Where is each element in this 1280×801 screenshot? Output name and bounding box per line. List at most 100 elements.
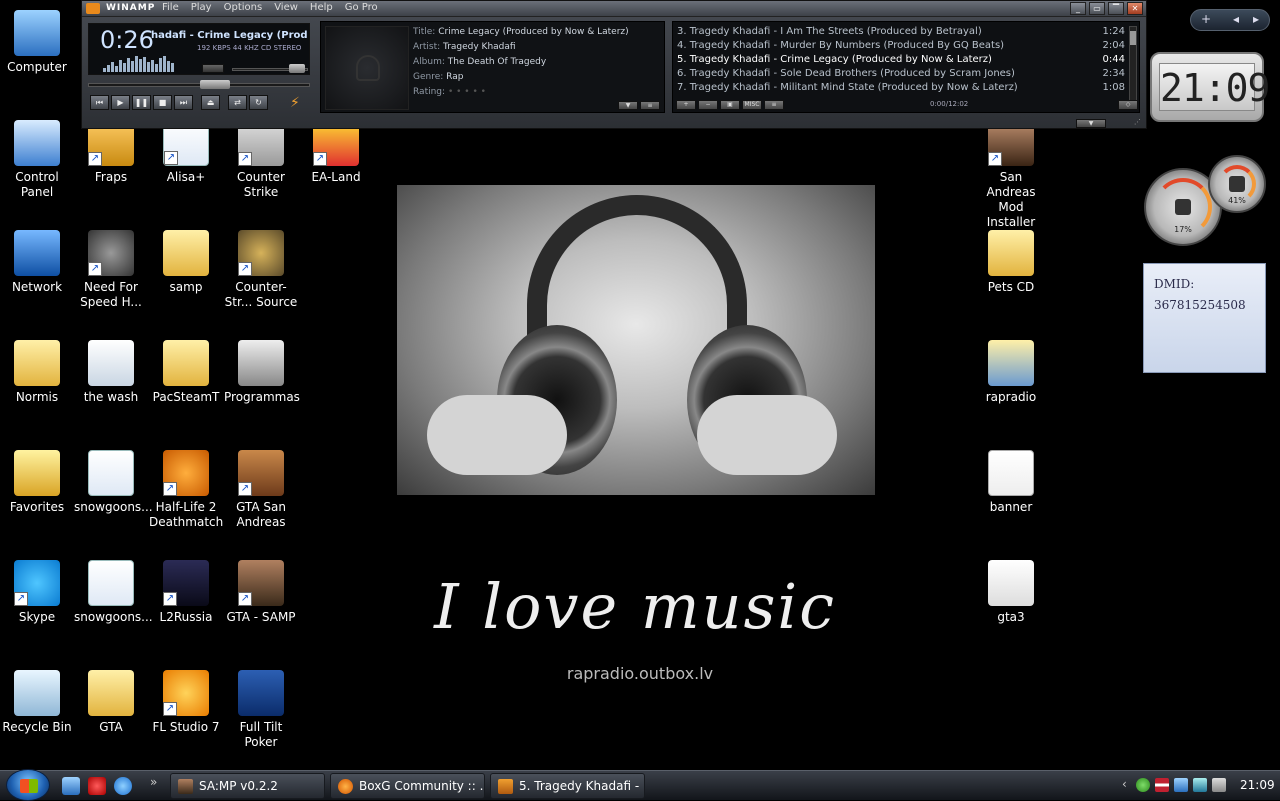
playlist-misc-button[interactable]: MISC <box>742 100 762 110</box>
task-samp[interactable]: SA:MP v0.2.2 <box>170 773 325 799</box>
desktop-icon-gta-san-andreas[interactable]: ↗ GTA San Andreas <box>224 450 298 530</box>
winamp-titlebar[interactable]: WINAMP File Play Options View Help Go Pr… <box>82 1 1146 17</box>
next-icon[interactable]: ⏭ <box>174 95 193 110</box>
playlist-item-current[interactable]: 5. Tragedy Khadafi - Crime Legacy (Produ… <box>677 53 1125 67</box>
spectrum-visualizer[interactable] <box>103 56 175 72</box>
previous-icon[interactable]: ⏮ <box>90 95 109 110</box>
seek-knob[interactable] <box>200 80 230 89</box>
desktop-icon-network[interactable]: Network <box>0 230 74 295</box>
taskbar-clock[interactable]: 21:09 <box>1240 778 1275 792</box>
playback-time[interactable]: 0:26 <box>100 26 154 54</box>
menu-options[interactable]: Options <box>224 2 263 13</box>
playlist-scroll-thumb[interactable] <box>1130 31 1136 45</box>
desktop-icon-snowgoons-2[interactable]: snowgoons... <box>74 560 153 625</box>
playlist-scrollbar[interactable] <box>1129 26 1137 106</box>
info-dropdown-icon[interactable]: ▼ <box>618 101 638 110</box>
playlist-remove-icon[interactable]: − <box>698 100 718 110</box>
desktop-icon-recycle-bin[interactable]: Recycle Bin <box>0 670 74 735</box>
pause-icon[interactable]: ❚❚ <box>132 95 151 110</box>
desktop-icon-favorites[interactable]: Favorites <box>0 450 74 515</box>
shuffle-icon[interactable]: ⇄ <box>228 95 247 110</box>
quick-launch-more-icon[interactable]: » <box>150 775 157 789</box>
shade-icon[interactable]: ▔ <box>1108 2 1124 15</box>
desktop-icon-the-wash[interactable]: the wash <box>74 340 148 405</box>
menu-go-pro[interactable]: Go Pro <box>345 2 378 13</box>
desktop-icon-half-life[interactable]: ↗ Half-Life 2 Deathmatch <box>149 450 223 530</box>
desktop-icon-programmas[interactable]: Programmas <box>224 340 300 405</box>
menu-help[interactable]: Help <box>310 2 333 13</box>
playlist-item[interactable]: 6. Tragedy Khadafi - Sole Dead Brothers … <box>677 67 1125 81</box>
desktop-icon-gta-samp[interactable]: ↗ GTA - SAMP <box>224 560 298 625</box>
desktop-icon-rapradio[interactable]: rapradio <box>974 340 1048 405</box>
show-desktop-icon[interactable] <box>62 777 80 795</box>
playlist-add-icon[interactable]: + <box>676 100 696 110</box>
task-boxg[interactable]: BoxG Community :: ... <box>330 773 485 799</box>
language-flag-icon[interactable] <box>1155 778 1169 792</box>
task-winamp[interactable]: 5. Tragedy Khadafi - ... <box>490 773 645 799</box>
seek-bar[interactable] <box>88 83 310 87</box>
stop-icon[interactable]: ■ <box>153 95 172 110</box>
eject-icon[interactable]: ⏏ <box>201 95 220 110</box>
tray-expand-icon[interactable]: ‹ <box>1122 777 1127 791</box>
minimize-icon[interactable]: _ <box>1070 2 1086 15</box>
desktop-icon-banner[interactable]: banner <box>974 450 1048 515</box>
playlist-options-icon[interactable]: ◇ <box>1118 100 1138 110</box>
desktop-icon-l2russia[interactable]: ↗ L2Russia <box>149 560 223 625</box>
play-icon[interactable]: ▶ <box>111 95 130 110</box>
album-art[interactable] <box>325 26 409 110</box>
close-icon[interactable]: ✕ <box>1127 2 1143 15</box>
desktop-icon-pets-cd[interactable]: Pets CD <box>974 230 1048 295</box>
desktop-icon-control-panel[interactable]: Control Panel <box>0 120 74 200</box>
menu-play[interactable]: Play <box>191 2 212 13</box>
desktop-icon-samp[interactable]: samp <box>149 230 223 295</box>
desktop-icon-fl-studio[interactable]: ↗ FL Studio 7 <box>149 670 223 735</box>
volume-knob[interactable] <box>289 64 305 73</box>
info-rating[interactable]: Rating: • • • • • <box>413 87 663 97</box>
winamp-logo-icon[interactable] <box>86 3 100 14</box>
playlist-item[interactable]: 7. Tragedy Khadafi - Militant Mind State… <box>677 81 1125 95</box>
battery-icon[interactable] <box>1174 778 1188 792</box>
start-button[interactable] <box>6 769 50 801</box>
previous-gadget-icon[interactable]: ◂ <box>1233 12 1239 26</box>
desktop-icon-need-for-speed[interactable]: ↗ Need For Speed H... <box>74 230 148 310</box>
restore-icon[interactable]: ▭ <box>1089 2 1105 15</box>
repeat-icon[interactable]: ↻ <box>249 95 268 110</box>
winamp-window[interactable]: WINAMP File Play Options View Help Go Pr… <box>81 0 1147 129</box>
skype-tray-icon[interactable] <box>1136 778 1150 792</box>
menu-view[interactable]: View <box>274 2 298 13</box>
desktop-icon-gta3[interactable]: gta3 <box>974 560 1048 625</box>
internet-explorer-icon[interactable] <box>114 777 132 795</box>
balance-slider[interactable] <box>202 64 224 73</box>
volume-icon[interactable] <box>1212 778 1226 792</box>
info-menu-icon[interactable]: ≡ <box>640 101 660 110</box>
desktop-icon-fraps[interactable]: ↗ Fraps <box>74 120 148 185</box>
desktop-icon-alisa[interactable]: ↗ Alisa+ <box>149 120 223 185</box>
desktop-icon-gta[interactable]: GTA <box>74 670 148 735</box>
notes-gadget[interactable]: DMID: 367815254508 <box>1143 263 1266 373</box>
playlist-list-icon[interactable]: ≡ <box>764 100 784 110</box>
playlist-select-icon[interactable]: ▣ <box>720 100 740 110</box>
desktop-icon-skype[interactable]: ↗ Skype <box>0 560 74 625</box>
playlist-item[interactable]: 4. Tragedy Khadafi - Murder By Numbers (… <box>677 39 1125 53</box>
memory-gauge[interactable]: 41% <box>1208 155 1266 213</box>
lightning-icon[interactable]: ⚡ <box>290 95 306 111</box>
desktop-icon-full-tilt-poker[interactable]: Full Tilt Poker <box>224 670 298 750</box>
desktop-icon-snowgoons-1[interactable]: snowgoons... <box>74 450 153 515</box>
desktop-icon-normis[interactable]: Normis <box>0 340 74 405</box>
desktop-icon-cs-source[interactable]: ↗ Counter-Str... Source <box>224 230 298 310</box>
next-gadget-icon[interactable]: ▸ <box>1253 12 1259 26</box>
add-gadget-button[interactable]: + <box>1201 12 1211 26</box>
desktop-icon-computer[interactable]: Computer <box>0 10 74 75</box>
clock-gadget[interactable]: 21:09 <box>1150 52 1270 122</box>
desktop-icon-sa-mod-installer[interactable]: ↗ San Andreas Mod Installer <box>974 120 1048 230</box>
winamp-expand-icon[interactable]: ▼ <box>1076 119 1106 128</box>
menu-file[interactable]: File <box>162 2 179 13</box>
playlist-item[interactable]: 3. Tragedy Khadafi - I Am The Streets (P… <box>677 25 1125 39</box>
resize-grip-icon[interactable]: ⋰ <box>1134 118 1144 126</box>
desktop-icon-ea-land[interactable]: ↗ EA-Land <box>299 120 373 185</box>
network-tray-icon[interactable] <box>1193 778 1207 792</box>
desktop-icon-counter-strike[interactable]: ↗ Counter Strike <box>224 120 298 200</box>
opera-icon[interactable] <box>88 777 106 795</box>
folder-icon <box>14 340 60 386</box>
desktop-icon-pacsteamt[interactable]: PacSteamT <box>149 340 223 405</box>
